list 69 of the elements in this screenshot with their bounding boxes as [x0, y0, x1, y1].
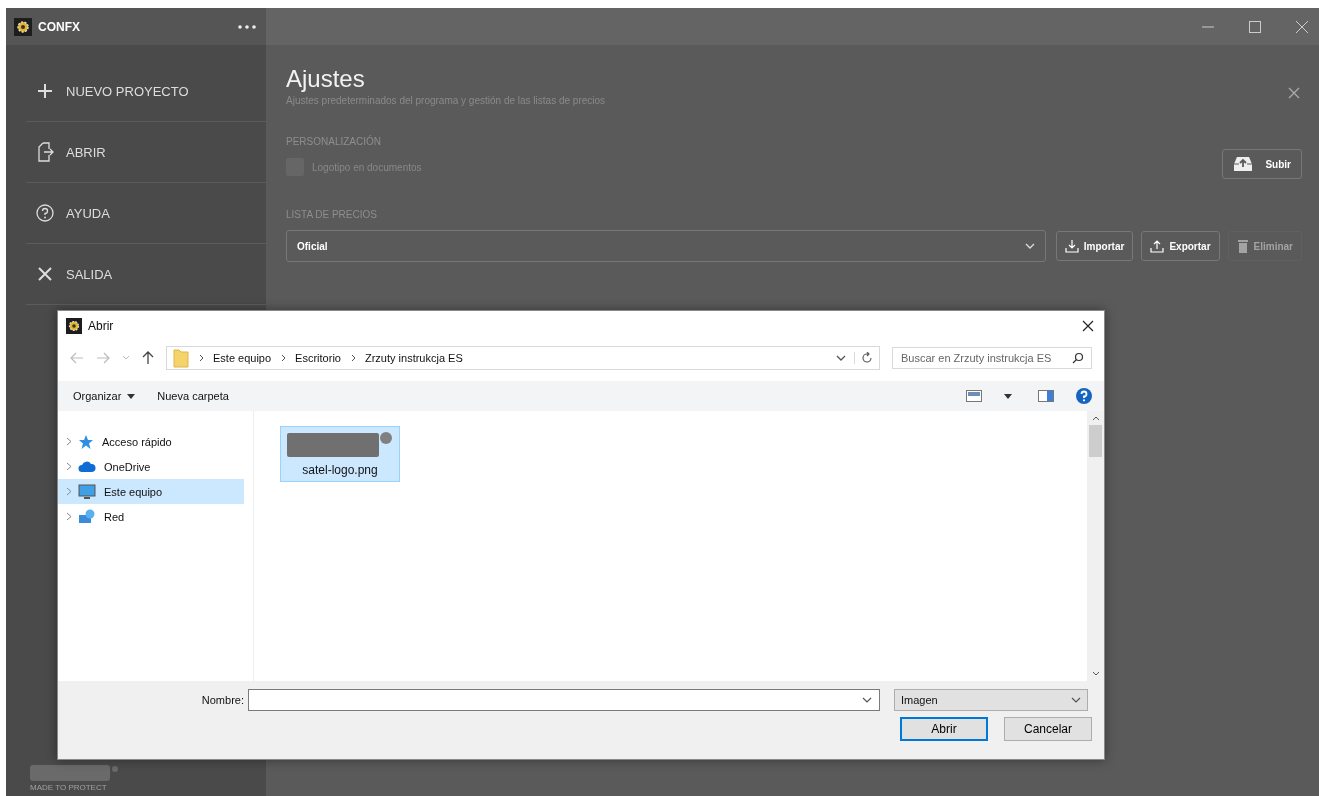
caret-icon — [127, 393, 136, 399]
search-icon — [1072, 352, 1084, 364]
chevron-icon[interactable] — [66, 487, 72, 496]
scroll-up-icon[interactable] — [1091, 415, 1100, 421]
sidebar-item[interactable]: NUEVO PROYECTO — [26, 61, 266, 122]
caret-icon[interactable] — [1004, 393, 1012, 399]
dialog-button[interactable]: Cancelar — [1004, 717, 1092, 741]
import-button[interactable]: Importar — [1055, 231, 1134, 261]
file-type-dropdown[interactable]: Imagen — [894, 689, 1088, 711]
sidebar-item[interactable]: AYUDA — [26, 183, 266, 244]
nav-pane-item[interactable]: Red — [58, 504, 244, 529]
maximize-icon[interactable] — [1248, 19, 1262, 34]
close-icon — [36, 265, 54, 283]
app-logo-icon — [14, 17, 32, 36]
breadcrumb[interactable]: Escritorio — [295, 352, 341, 364]
breadcrumb[interactable]: Zrzuty instrukcja ES — [364, 352, 463, 364]
sidebar-item[interactable]: SALIDA — [26, 244, 266, 305]
upload-tray-icon — [1233, 156, 1254, 172]
up-arrow-icon[interactable] — [142, 351, 154, 365]
chevron-down-icon — [1024, 243, 1035, 249]
brand-tagline: MADE TO PROTECT — [30, 783, 108, 792]
view-icon[interactable] — [966, 390, 982, 402]
help-icon[interactable] — [1076, 388, 1092, 404]
cloud-icon — [78, 460, 96, 473]
refresh-icon[interactable] — [854, 352, 873, 364]
network-icon — [78, 508, 96, 525]
app-title: CONFX — [38, 19, 81, 34]
caret-icon[interactable] — [836, 355, 846, 361]
help-icon — [36, 204, 54, 222]
trash-icon — [1236, 239, 1249, 253]
dialog-title: Abrir — [88, 319, 115, 333]
upload-button[interactable]: Subir — [1222, 149, 1302, 179]
breadcrumb[interactable]: Este equipo — [213, 352, 272, 364]
download-icon — [1064, 239, 1079, 253]
plus-icon — [36, 82, 54, 100]
sidebar-item[interactable]: ABRIR — [26, 122, 266, 183]
dialog-button[interactable]: Abrir — [900, 717, 988, 741]
filename-label: Nombre: — [200, 694, 244, 706]
new-folder-button[interactable]: Nueva carpeta — [157, 390, 229, 402]
monitor-icon — [78, 483, 96, 500]
chevron-down-icon — [1071, 697, 1081, 703]
chevron-icon — [281, 354, 288, 362]
chevron-icon — [350, 354, 357, 362]
chevron-icon[interactable] — [66, 512, 72, 521]
upload-icon — [1150, 239, 1165, 253]
file-arrow-icon — [36, 142, 54, 162]
chevron-icon[interactable] — [66, 462, 72, 471]
page-title: Ajustes — [286, 65, 366, 93]
price-list-select[interactable]: Oficial — [286, 230, 1046, 262]
app-logo-icon — [66, 318, 82, 334]
chevron-icon — [199, 354, 205, 362]
close-icon[interactable] — [1082, 320, 1094, 332]
scrollbar-thumb[interactable] — [1089, 425, 1102, 457]
scroll-down-icon[interactable] — [1091, 671, 1100, 677]
chevron-down-icon[interactable] — [862, 697, 872, 703]
filename-field[interactable] — [248, 689, 880, 711]
nav-pane-item[interactable]: Este equipo — [58, 479, 244, 504]
nav-pane-item[interactable]: OneDrive — [58, 454, 244, 479]
export-button[interactable]: Exportar — [1141, 231, 1220, 261]
star-icon — [78, 433, 94, 450]
file-item[interactable]: satel-logo.png — [280, 426, 400, 482]
address-bar[interactable]: Este equipo Escritorio Zrzuty instrukcja ES — [166, 346, 880, 370]
nav-pane-item[interactable]: Acceso rápido — [58, 429, 244, 454]
chevron-icon[interactable] — [66, 437, 72, 446]
folder-icon — [173, 348, 189, 368]
organize-menu[interactable]: Organizar — [73, 390, 136, 402]
search-field[interactable]: Buscar en Zrzuty instrukcja ES — [892, 347, 1092, 369]
preview-pane-icon[interactable] — [1038, 390, 1054, 402]
more-icon[interactable] — [238, 24, 256, 29]
